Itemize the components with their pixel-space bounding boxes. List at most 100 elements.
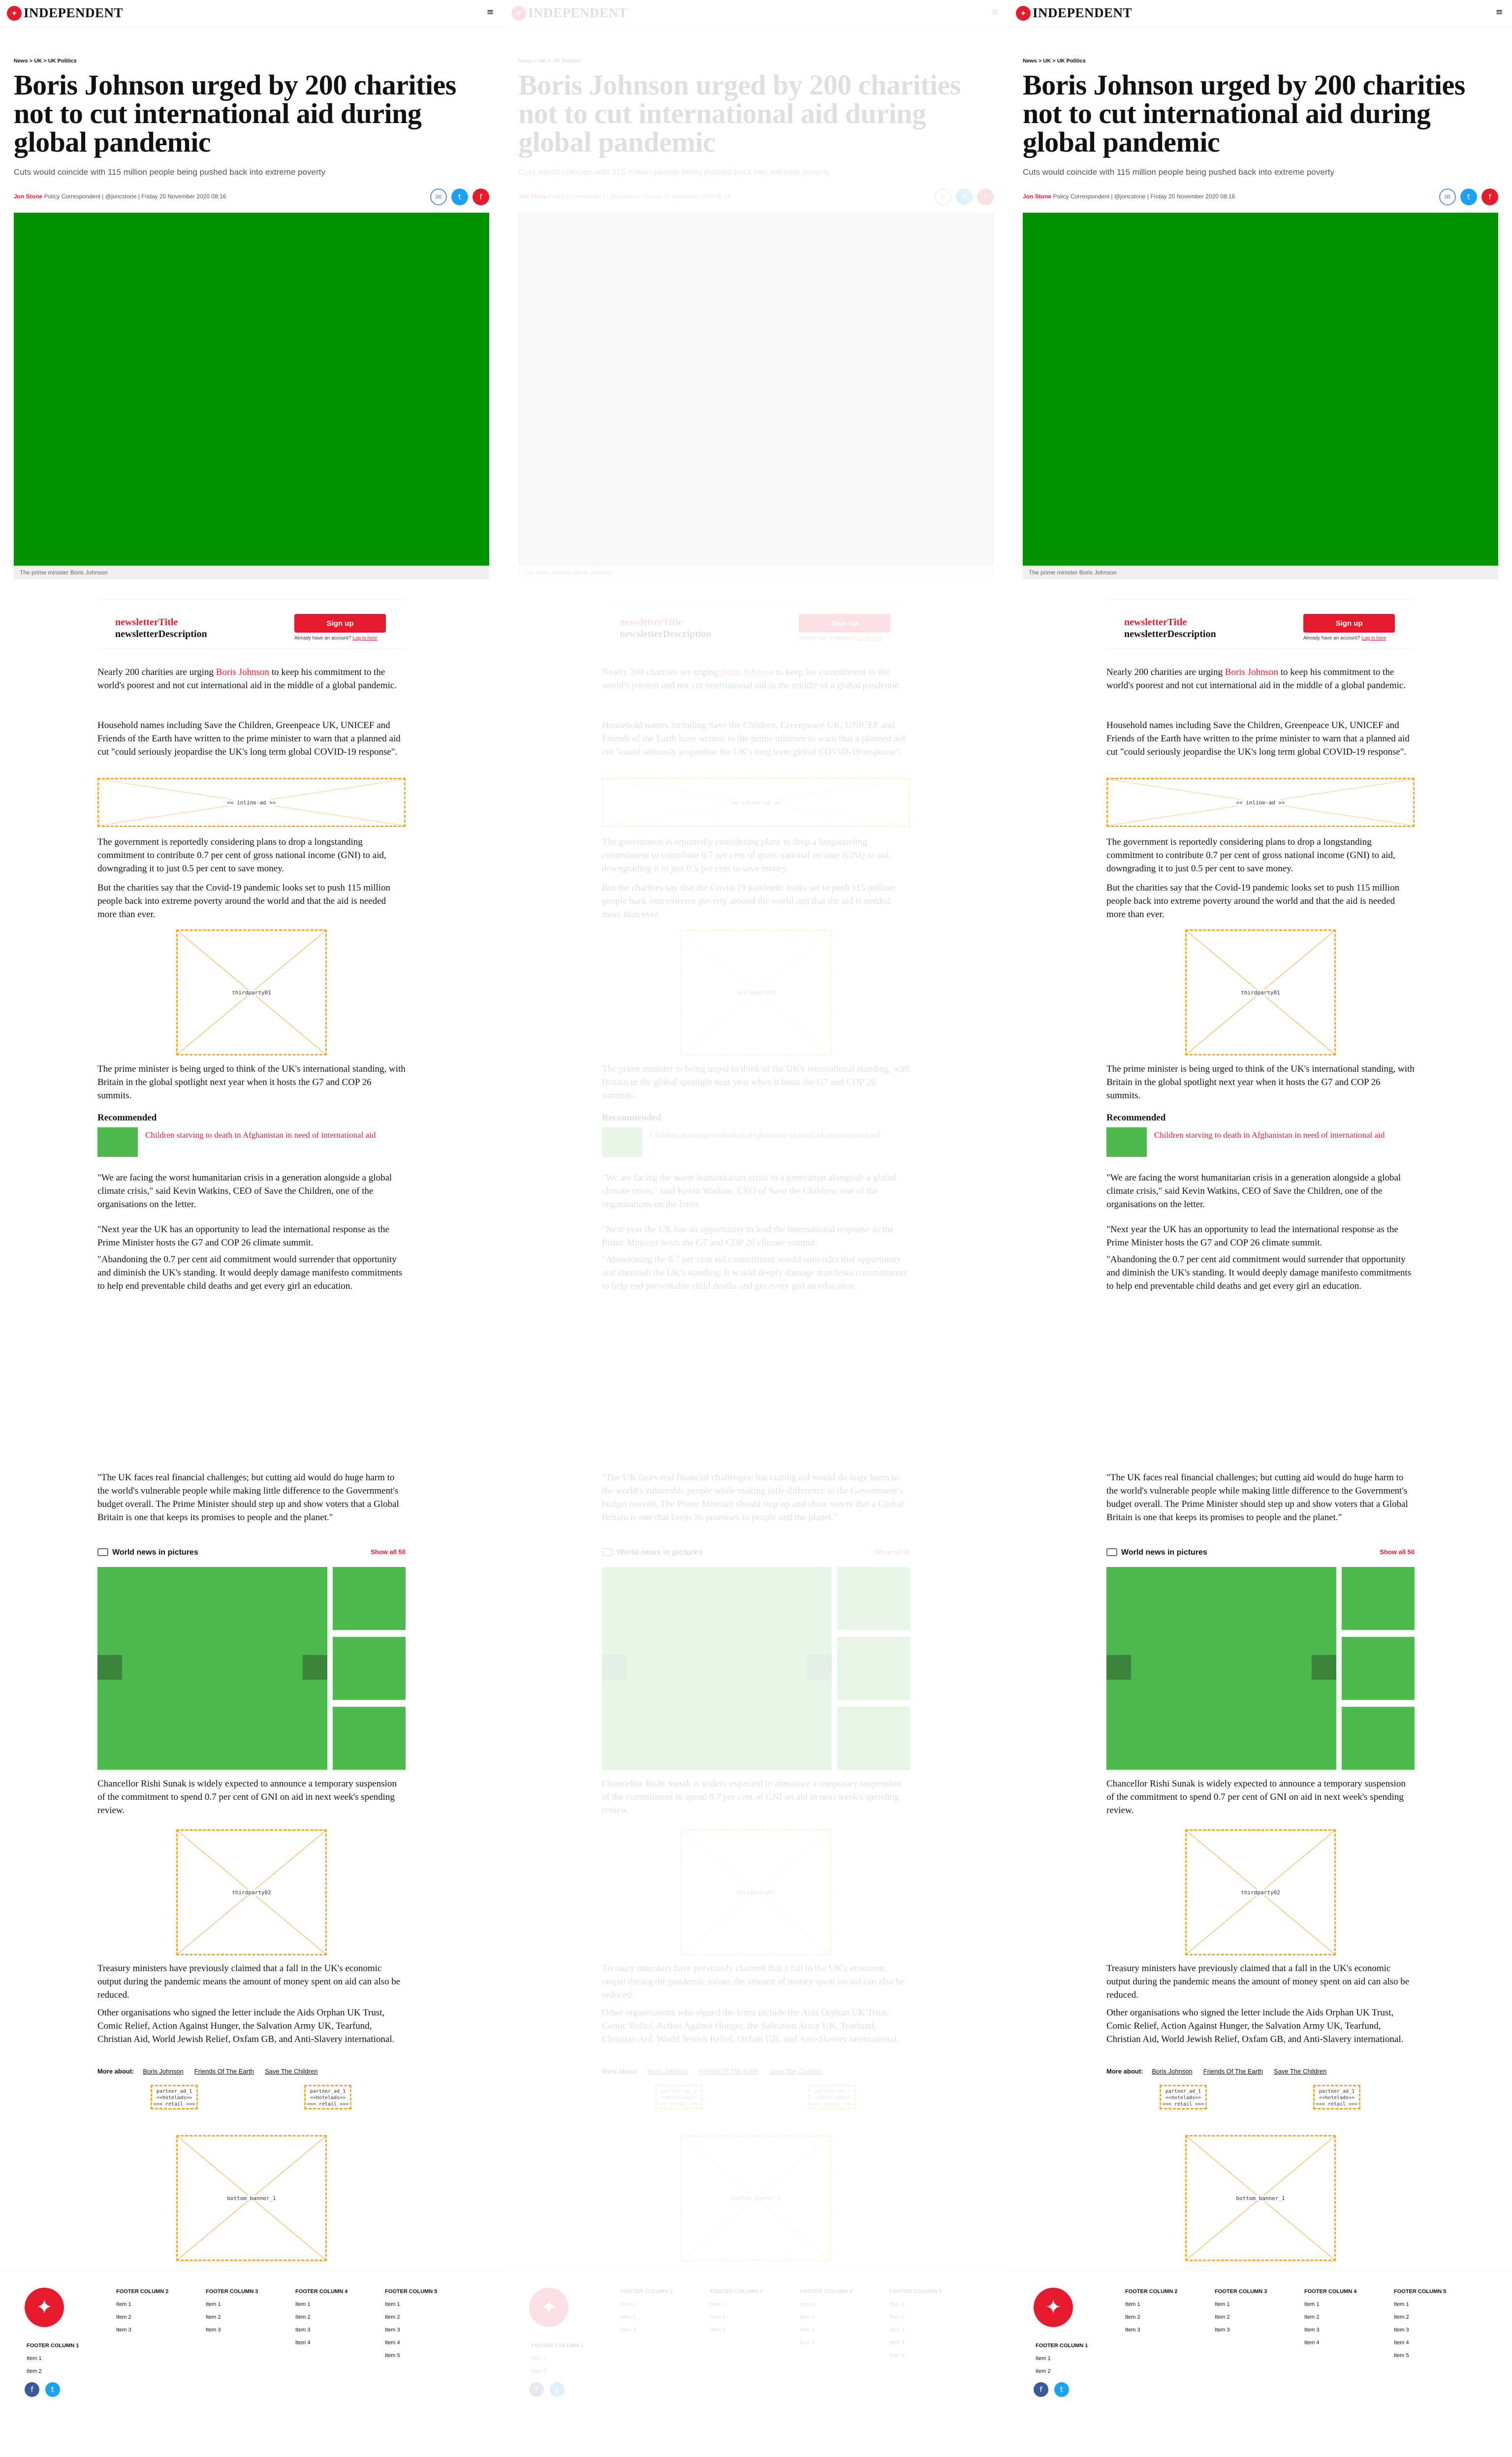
gallery-main-image[interactable] [1106,1567,1336,1770]
author-link[interactable]: Jon Stone [518,193,547,200]
recommended-link[interactable]: Children starving to death in Afghanista… [650,1130,880,1140]
boris-johnson-link[interactable]: Boris Johnson [1225,667,1278,677]
footer-link[interactable]: Item 4 [1394,2340,1446,2346]
gallery-next-arrow[interactable] [1312,1655,1336,1680]
thirdparty-ad-slot[interactable]: thirdparty02 [176,1829,327,1955]
email-share-icon[interactable]: ✉ [1439,189,1456,205]
footer-link[interactable]: Item 1 [116,2301,168,2307]
thirdparty-ad-slot[interactable]: thirdparty01 [1185,929,1336,1055]
footer-link[interactable]: Item 4 [385,2340,437,2346]
footer-link[interactable]: Item 1 [621,2301,673,2307]
inline-ad-slot[interactable]: << inline-ad >> [1106,778,1415,827]
thirdparty-ad-slot[interactable]: thirdparty02 [1185,1829,1336,1955]
gallery-main-image[interactable] [602,1567,832,1770]
footer-link[interactable]: Item 2 [1394,2314,1446,2320]
inline-ad-slot[interactable]: << inline-ad >> [602,778,910,827]
breadcrumb[interactable]: News > UK > UK Politics [14,58,489,64]
hamburger-menu-icon[interactable]: ≡ [990,8,1000,17]
footer-link[interactable]: Item 1 [889,2301,942,2307]
footer-link[interactable]: Item 1 [531,2356,583,2361]
gallery-thumbnail[interactable] [1342,1707,1415,1770]
author-link[interactable]: Jon Stone [14,193,42,200]
thirdparty-ad-slot[interactable]: thirdparty01 [176,929,327,1055]
independent-logo[interactable]: ✦ INDEPENDENT [1016,5,1132,21]
partner-ad-slot[interactable]: partner_ad_1 <<hotelads>> <<< retail >>> [1313,2085,1360,2109]
eagle-logo-icon[interactable]: ✦ [1034,2288,1073,2327]
breadcrumb[interactable]: News > UK > UK Politics [518,58,994,64]
footer-link[interactable]: Item 5 [889,2353,942,2359]
eagle-logo-icon[interactable]: ✦ [25,2288,64,2327]
gallery-thumbnail[interactable] [837,1707,910,1770]
footer-link[interactable]: Item 2 [1304,2314,1356,2320]
recommended-link[interactable]: Children starving to death in Afghanista… [1154,1130,1385,1140]
recommended-link[interactable]: Children starving to death in Afghanista… [145,1130,376,1140]
footer-link[interactable]: Item 2 [1125,2314,1177,2320]
footer-link[interactable]: Item 2 [889,2314,942,2320]
footer-link[interactable]: Item 1 [1215,2301,1267,2307]
gallery-thumbnail[interactable] [1342,1567,1415,1630]
show-all-link[interactable]: Show all 50 [1380,1548,1415,1556]
gallery-thumbnail[interactable] [837,1637,910,1700]
footer-link[interactable]: Item 3 [1304,2327,1356,2333]
sign-up-button[interactable]: Sign up [1303,614,1395,633]
footer-link[interactable]: Item 1 [800,2301,852,2307]
footer-link[interactable]: Item 1 [206,2301,258,2307]
email-share-icon[interactable]: ✉ [935,189,951,205]
footer-link[interactable]: Item 3 [889,2327,942,2333]
footer-link[interactable]: Item 3 [1215,2327,1267,2333]
sign-up-button[interactable]: Sign up [294,614,386,633]
independent-logo[interactable]: ✦ INDEPENDENT [511,5,628,21]
recommended-thumbnail[interactable] [1106,1127,1147,1157]
independent-logo[interactable]: ✦ INDEPENDENT [7,5,123,21]
tag-link[interactable]: Friends Of The Earth [194,2068,254,2075]
bottom-banner-ad-slot[interactable]: bottom_banner_1 [681,2135,831,2261]
footer-link[interactable]: Item 1 [27,2356,79,2361]
footer-link[interactable]: Item 2 [385,2314,437,2320]
footer-link[interactable]: Item 4 [800,2340,852,2346]
partner-ad-slot[interactable]: partner_ad_1 <<hotelads>> <<< retail >>> [304,2085,351,2109]
footer-link[interactable]: Item 5 [385,2353,437,2359]
footer-link[interactable]: Item 3 [710,2327,762,2333]
show-all-link[interactable]: Show all 50 [875,1548,910,1556]
footer-link[interactable]: Item 2 [116,2314,168,2320]
flipboard-share-icon[interactable]: f [977,189,994,205]
twitter-share-icon[interactable]: t [956,189,973,205]
tag-link[interactable]: Boris Johnson [1152,2068,1192,2075]
footer-link[interactable]: Item 2 [27,2368,79,2374]
twitter-icon[interactable]: t [550,2382,565,2397]
gallery-thumbnail[interactable] [333,1637,406,1700]
email-share-icon[interactable]: ✉ [430,189,447,205]
twitter-share-icon[interactable]: t [1460,189,1477,205]
footer-link[interactable]: Item 1 [295,2301,347,2307]
gallery-next-arrow[interactable] [303,1655,327,1680]
bottom-banner-ad-slot[interactable]: bottom_banner_1 [1185,2135,1336,2261]
tag-link[interactable]: Save The Children [265,2068,317,2075]
gallery-prev-arrow[interactable] [1106,1655,1131,1680]
flipboard-share-icon[interactable]: f [472,189,489,205]
gallery-thumbnail[interactable] [1342,1637,1415,1700]
inline-ad-slot[interactable]: << inline-ad >> [97,778,406,827]
gallery-thumbnail[interactable] [837,1567,910,1630]
tag-link[interactable]: Save The Children [1274,2068,1326,2075]
flipboard-share-icon[interactable]: f [1481,189,1498,205]
footer-link[interactable]: Item 3 [1125,2327,1177,2333]
login-link[interactable]: Log in here [1361,636,1386,641]
sign-up-button[interactable]: Sign up [799,614,890,633]
thirdparty-ad-slot[interactable]: thirdparty01 [681,929,831,1055]
twitter-icon[interactable]: t [1054,2382,1069,2397]
footer-link[interactable]: Item 4 [889,2340,942,2346]
footer-link[interactable]: Item 1 [1036,2356,1088,2361]
hamburger-menu-icon[interactable]: ≡ [1494,8,1504,17]
tag-link[interactable]: Save The Children [769,2068,822,2075]
footer-link[interactable]: Item 3 [385,2327,437,2333]
recommended-thumbnail[interactable] [97,1127,138,1157]
footer-link[interactable]: Item 3 [800,2327,852,2333]
author-link[interactable]: Jon Stone [1023,193,1051,200]
eagle-logo-icon[interactable]: ✦ [529,2288,568,2327]
gallery-thumbnail[interactable] [333,1567,406,1630]
twitter-share-icon[interactable]: t [451,189,468,205]
boris-johnson-link[interactable]: Boris Johnson [216,667,269,677]
footer-link[interactable]: Item 5 [1394,2353,1446,2359]
gallery-prev-arrow[interactable] [97,1655,122,1680]
footer-link[interactable]: Item 2 [1036,2368,1088,2374]
